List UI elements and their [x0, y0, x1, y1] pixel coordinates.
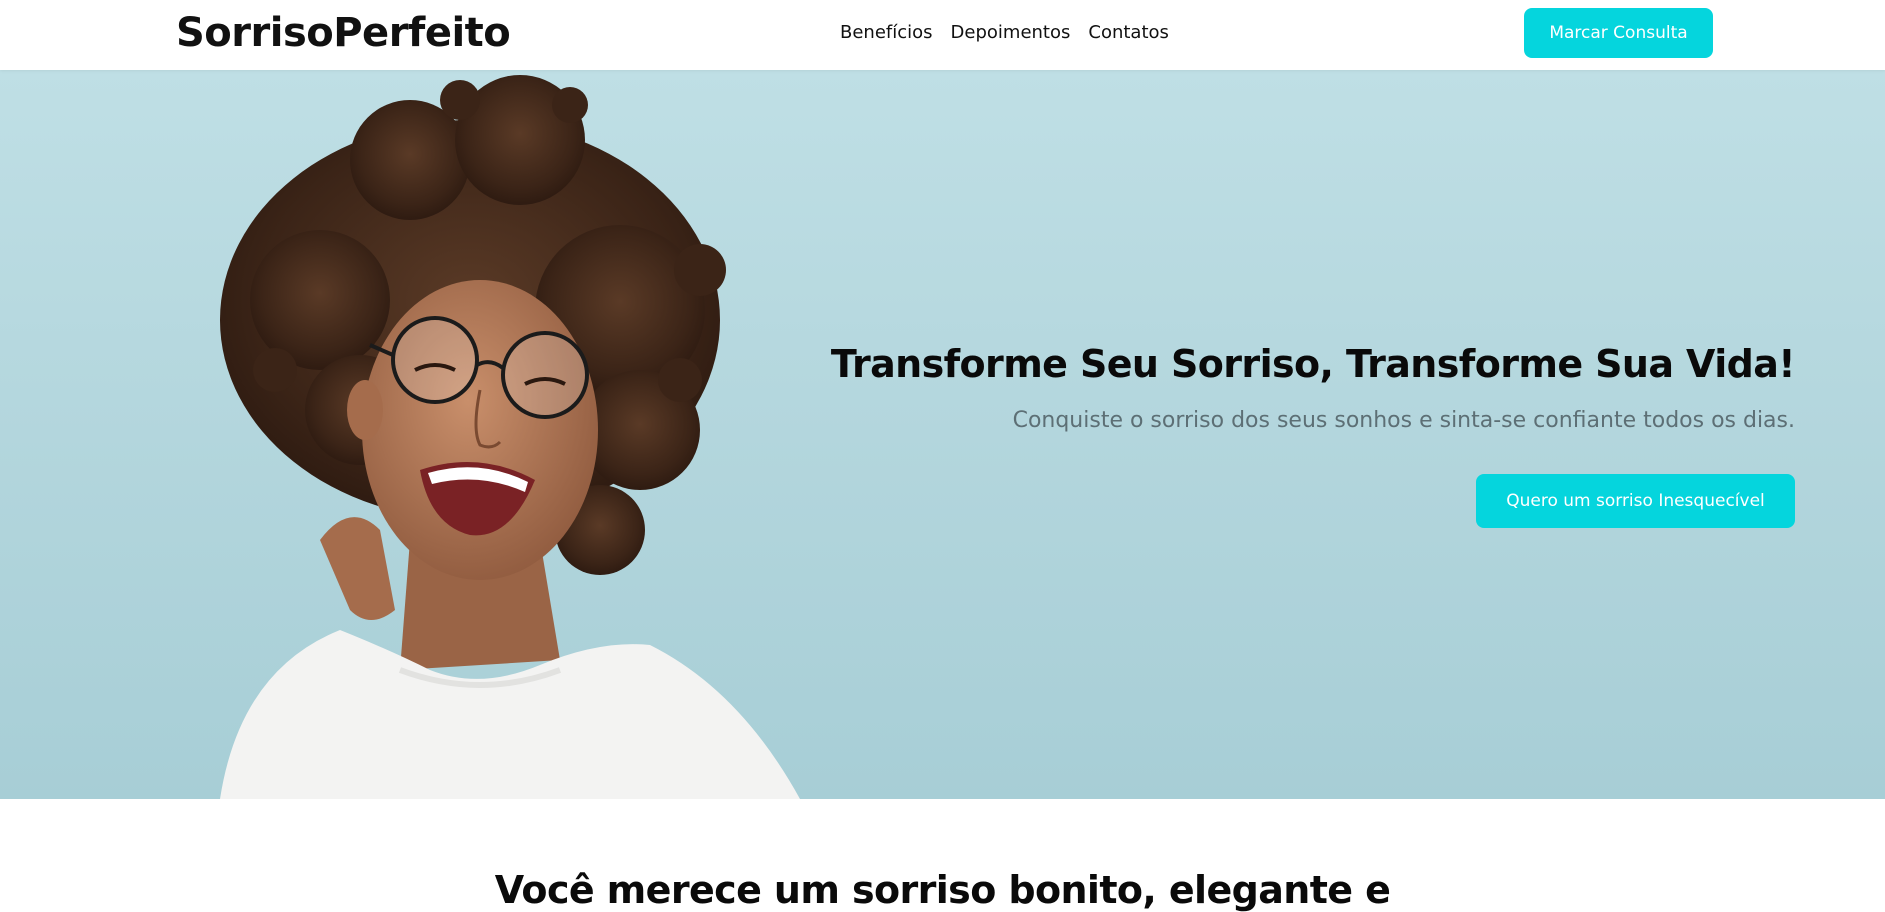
nav-link-beneficios[interactable]: Benefícios: [840, 22, 933, 43]
main-nav: Benefícios Depoimentos Contatos: [840, 22, 1169, 43]
site-header: SorrisoPerfeito Benefícios Depoimentos C…: [0, 0, 1885, 70]
section-heading: Você merece um sorriso bonito, elegante …: [494, 868, 1391, 912]
hero-portrait-image: [220, 75, 800, 799]
nav-link-contatos[interactable]: Contatos: [1088, 22, 1169, 43]
hero-cta-button[interactable]: Quero um sorriso Inesquecível: [1476, 474, 1795, 528]
nav-link-depoimentos[interactable]: Depoimentos: [951, 22, 1071, 43]
book-appointment-button[interactable]: Marcar Consulta: [1524, 8, 1713, 58]
hero-subtitle: Conquiste o sorriso dos seus sonhos e si…: [1012, 408, 1795, 433]
hero-section: Transforme Seu Sorriso, Transforme Sua V…: [0, 70, 1885, 799]
hero-title: Transforme Seu Sorriso, Transforme Sua V…: [830, 342, 1796, 386]
site-logo[interactable]: SorrisoPerfeito: [176, 10, 511, 56]
